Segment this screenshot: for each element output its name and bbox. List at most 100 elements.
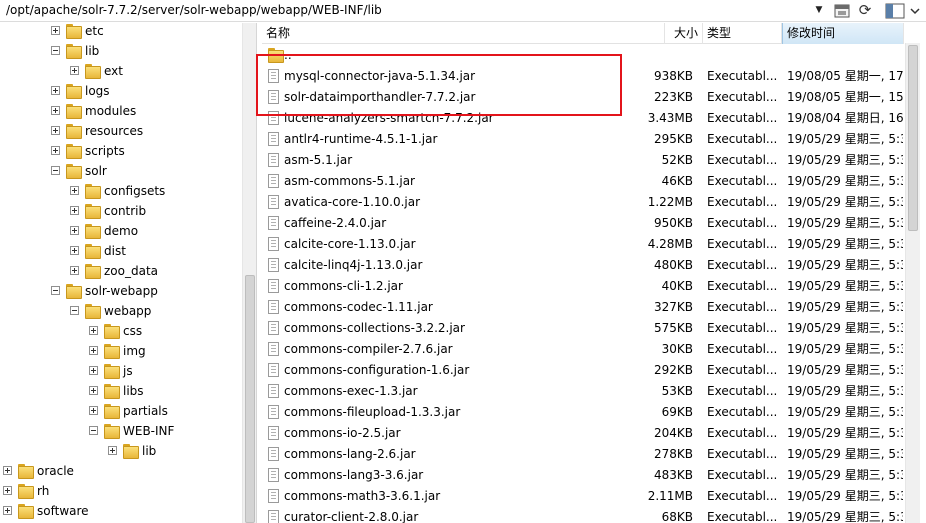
tree-item[interactable]: modules (0, 101, 240, 121)
tree-item[interactable]: js (0, 361, 240, 381)
path-input[interactable]: /opt/apache/solr-7.7.2/server/solr-webap… (6, 3, 382, 17)
list-scrollbar[interactable] (905, 43, 920, 523)
column-header-name[interactable]: 名称 (262, 23, 665, 44)
expand-icon[interactable] (70, 246, 79, 255)
expand-icon[interactable] (51, 106, 60, 115)
file-row[interactable]: avatica-core-1.10.0.jar 1.22MB Executabl..… (262, 192, 904, 213)
collapse-icon[interactable] (51, 46, 60, 55)
tree-item[interactable]: etc (0, 23, 240, 41)
tree-item[interactable]: scripts (0, 141, 240, 161)
collapse-icon[interactable] (89, 426, 98, 435)
expand-icon[interactable] (89, 366, 98, 375)
file-size: 40KB (661, 279, 693, 293)
home-icon[interactable] (832, 1, 852, 20)
file-row[interactable]: asm-5.1.jar 52KB Executabl... 19/05/29 星期三,… (262, 150, 904, 171)
file-row[interactable]: commons-fileupload-1.3.3.jar 69KB Executab… (262, 402, 904, 423)
expand-icon[interactable] (70, 226, 79, 235)
expand-icon[interactable] (51, 126, 60, 135)
file-row[interactable]: antlr4-runtime-4.5.1-1.jar 295KB Executabl… (262, 129, 904, 150)
tree-item[interactable]: dist (0, 241, 240, 261)
tree-scrollbar[interactable] (242, 23, 256, 523)
file-type: Executabl... (707, 237, 778, 251)
expand-icon[interactable] (51, 26, 60, 35)
tree-item[interactable]: lib (0, 441, 240, 461)
folder-icon (104, 344, 120, 359)
expand-icon[interactable] (89, 386, 98, 395)
tree-item[interactable]: webapp (0, 301, 240, 321)
tree-item[interactable]: demo (0, 221, 240, 241)
collapse-icon[interactable] (70, 306, 79, 315)
tree-item[interactable]: logs (0, 81, 240, 101)
tree-item-label: rh (37, 484, 50, 498)
tree-item-label: resources (85, 124, 144, 138)
column-header-type[interactable]: 类型 (703, 23, 782, 44)
expand-icon[interactable] (3, 486, 12, 495)
tree-item[interactable]: configsets (0, 181, 240, 201)
file-size: 327KB (653, 300, 693, 314)
tree-item[interactable]: rh (0, 481, 240, 501)
expand-icon[interactable] (70, 66, 79, 75)
chevron-down-icon[interactable]: ▼ (812, 2, 826, 19)
file-row[interactable]: commons-collections-3.2.2.jar 575KB Execut… (262, 318, 904, 339)
file-row[interactable]: commons-cli-1.2.jar 40KB Executabl... 19/05… (262, 276, 904, 297)
tree-item[interactable]: resources (0, 121, 240, 141)
file-row[interactable]: commons-compiler-2.7.6.jar 30KB Executabl.… (262, 339, 904, 360)
expand-icon[interactable] (89, 406, 98, 415)
tree-item[interactable]: partials (0, 401, 240, 421)
expand-icon[interactable] (51, 146, 60, 155)
expand-icon[interactable] (70, 266, 79, 275)
file-row[interactable]: asm-commons-5.1.jar 46KB Executabl... 19/05… (262, 171, 904, 192)
tree-item[interactable]: ext (0, 61, 240, 81)
expand-icon[interactable] (70, 186, 79, 195)
file-row[interactable]: commons-io-2.5.jar 204KB Executabl... 19/05… (262, 423, 904, 444)
file-type: Executabl... (707, 510, 778, 523)
file-name: asm-commons-5.1.jar (284, 174, 415, 188)
expand-icon[interactable] (3, 466, 12, 475)
file-row[interactable]: commons-configuration-1.6.jar 292KB Execut… (262, 360, 904, 381)
tree-item[interactable]: lib (0, 41, 240, 61)
file-row[interactable]: commons-codec-1.11.jar 327KB Executabl... 1… (262, 297, 904, 318)
file-row[interactable]: caffeine-2.4.0.jar 950KB Executabl... 19/05… (262, 213, 904, 234)
expand-icon[interactable] (108, 446, 117, 455)
tree-item-label: scripts (85, 144, 125, 158)
tree-item-label: demo (104, 224, 139, 238)
column-header-modified[interactable]: 修改时间 (782, 23, 904, 44)
collapse-icon[interactable] (51, 166, 60, 175)
folder-icon (18, 464, 34, 479)
expand-icon[interactable] (89, 346, 98, 355)
file-size: 223KB (653, 90, 693, 104)
tree-item[interactable]: libs (0, 381, 240, 401)
file-row[interactable]: curator-client-2.8.0.jar 68KB Executabl...… (262, 507, 904, 523)
refresh-icon[interactable]: ⟳ (855, 1, 875, 20)
expand-icon[interactable] (70, 206, 79, 215)
file-row[interactable]: commons-math3-3.6.1.jar 2.11MB Executabl..… (262, 486, 904, 507)
tree-item[interactable]: contrib (0, 201, 240, 221)
column-header-size[interactable]: 大小 (665, 23, 703, 44)
file-row[interactable]: calcite-linq4j-1.13.0.jar 480KB Executabl.… (262, 255, 904, 276)
tree-item[interactable]: solr-webapp (0, 281, 240, 301)
expand-icon[interactable] (3, 506, 12, 515)
tree-item[interactable]: solr (0, 161, 240, 181)
tree-item[interactable]: zoo_data (0, 261, 240, 281)
tree-item[interactable]: WEB-INF (0, 421, 240, 441)
file-row[interactable]: solr-dataimporthandler-7.7.2.jar 223KB Exe… (262, 87, 904, 108)
tree-item-label: img (123, 344, 146, 358)
file-row[interactable]: mysql-connector-java-5.1.34.jar 938KB Exec… (262, 66, 904, 87)
collapse-icon[interactable] (51, 286, 60, 295)
expand-icon[interactable] (51, 86, 60, 95)
tree-item[interactable]: img (0, 341, 240, 361)
file-row[interactable]: commons-lang3-3.6.jar 483KB Executabl... 19… (262, 465, 904, 486)
list-scrollbar-thumb[interactable] (908, 45, 918, 231)
file-row[interactable]: commons-exec-1.3.jar 53KB Executabl... 19/0… (262, 381, 904, 402)
tree-item[interactable]: software (0, 501, 240, 521)
file-row[interactable]: commons-lang-2.6.jar 278KB Executabl... 19/… (262, 444, 904, 465)
tree-scrollbar-thumb[interactable] (245, 275, 255, 523)
file-row[interactable]: lucene-analyzers-smartcn-7.7.2.jar 3.43MB… (262, 108, 904, 129)
file-row[interactable]: .. (262, 45, 904, 66)
tree-item[interactable]: css (0, 321, 240, 341)
file-row[interactable]: calcite-core-1.13.0.jar 4.28MB Executabl..… (262, 234, 904, 255)
tree-item[interactable]: oracle (0, 461, 240, 481)
expand-icon[interactable] (89, 326, 98, 335)
file-type: Executabl... (707, 132, 778, 146)
view-toggle-icon[interactable] (884, 1, 922, 20)
